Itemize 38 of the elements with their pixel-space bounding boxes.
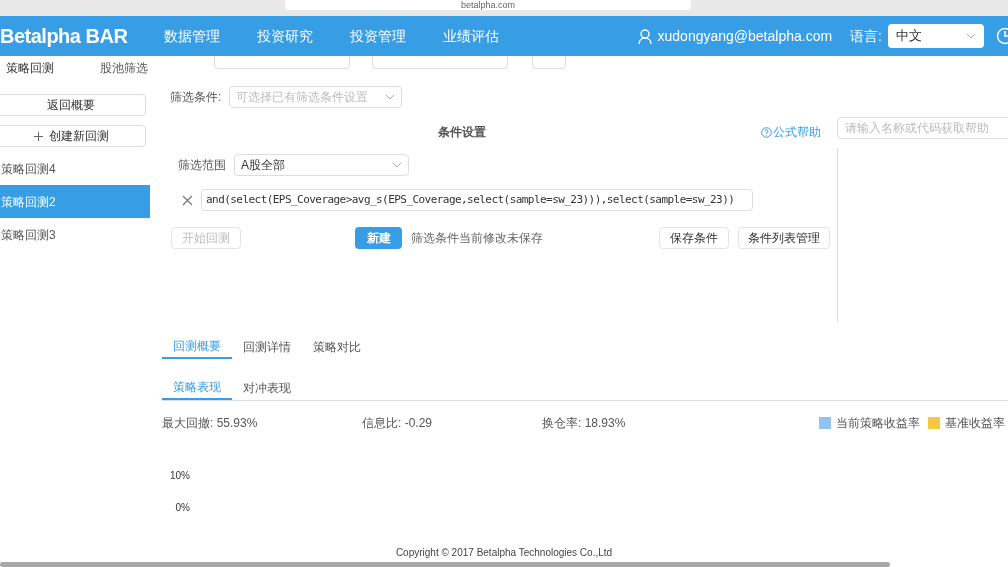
sidebar-tab[interactable]: 股池筛选	[100, 59, 148, 77]
field-label: 筛选条件:	[170, 89, 222, 106]
legend-label: 基准收益率	[945, 415, 1005, 432]
section-title: 条件设置	[438, 124, 486, 141]
save-button[interactable]: 保存条件	[659, 227, 729, 249]
back-button[interactable]: 返回概要	[0, 94, 146, 116]
url-text: betalpha.com	[460, 1, 515, 10]
language-select[interactable]: 中文	[888, 24, 984, 48]
strategy-item[interactable]: 策略回测3	[0, 218, 150, 251]
user-icon	[637, 28, 652, 44]
result-tab[interactable]: 回测详情	[232, 334, 302, 359]
address-bar[interactable]: betalpha.com	[285, 0, 691, 10]
axis-tick-label: 0%	[175, 503, 190, 513]
performance-tab[interactable]: 对冲表现	[232, 375, 302, 400]
scope-select[interactable]: A股全部	[234, 154, 409, 176]
caret-icon	[966, 33, 976, 39]
caret-icon	[385, 94, 396, 100]
unsaved-note: 筛选条件当前修改未保存	[411, 230, 543, 247]
logo: Betalpha BAR	[0, 24, 129, 49]
sidebar-tab[interactable]: 策略回测	[6, 59, 100, 77]
close-icon[interactable]	[182, 194, 193, 206]
field-label: 筛选范围	[178, 157, 226, 174]
legend-label: 当前策略收益率	[836, 415, 920, 432]
create-button[interactable]: 创建新回测	[0, 125, 146, 147]
strategy-item[interactable]: 策略回测4	[0, 152, 150, 185]
language-label: 语言:	[850, 26, 882, 46]
stat-text: 换仓率: 18.93%	[542, 415, 627, 432]
plus-icon	[33, 131, 43, 141]
copyright-text: Copyright © 2017 Betalpha Technologies Co.,Ltd	[395, 546, 613, 560]
stat-text: 信息比: -0.29	[362, 415, 434, 432]
formula-field[interactable]: and(select(EPS_Coverage>avg_s(EPS_Coverage,select(sample=sw_23))),select(sample=sw_23))	[201, 189, 753, 211]
stat-text: 最大回撤: 55.93%	[162, 415, 259, 432]
axis-tick-label: 10%	[170, 471, 190, 481]
caret-icon	[392, 162, 402, 168]
help-icon	[761, 126, 772, 138]
scrollbar[interactable]	[0, 562, 890, 567]
manage-button[interactable]: 条件列表管理	[738, 227, 830, 249]
result-tab[interactable]: 策略对比	[302, 334, 372, 359]
